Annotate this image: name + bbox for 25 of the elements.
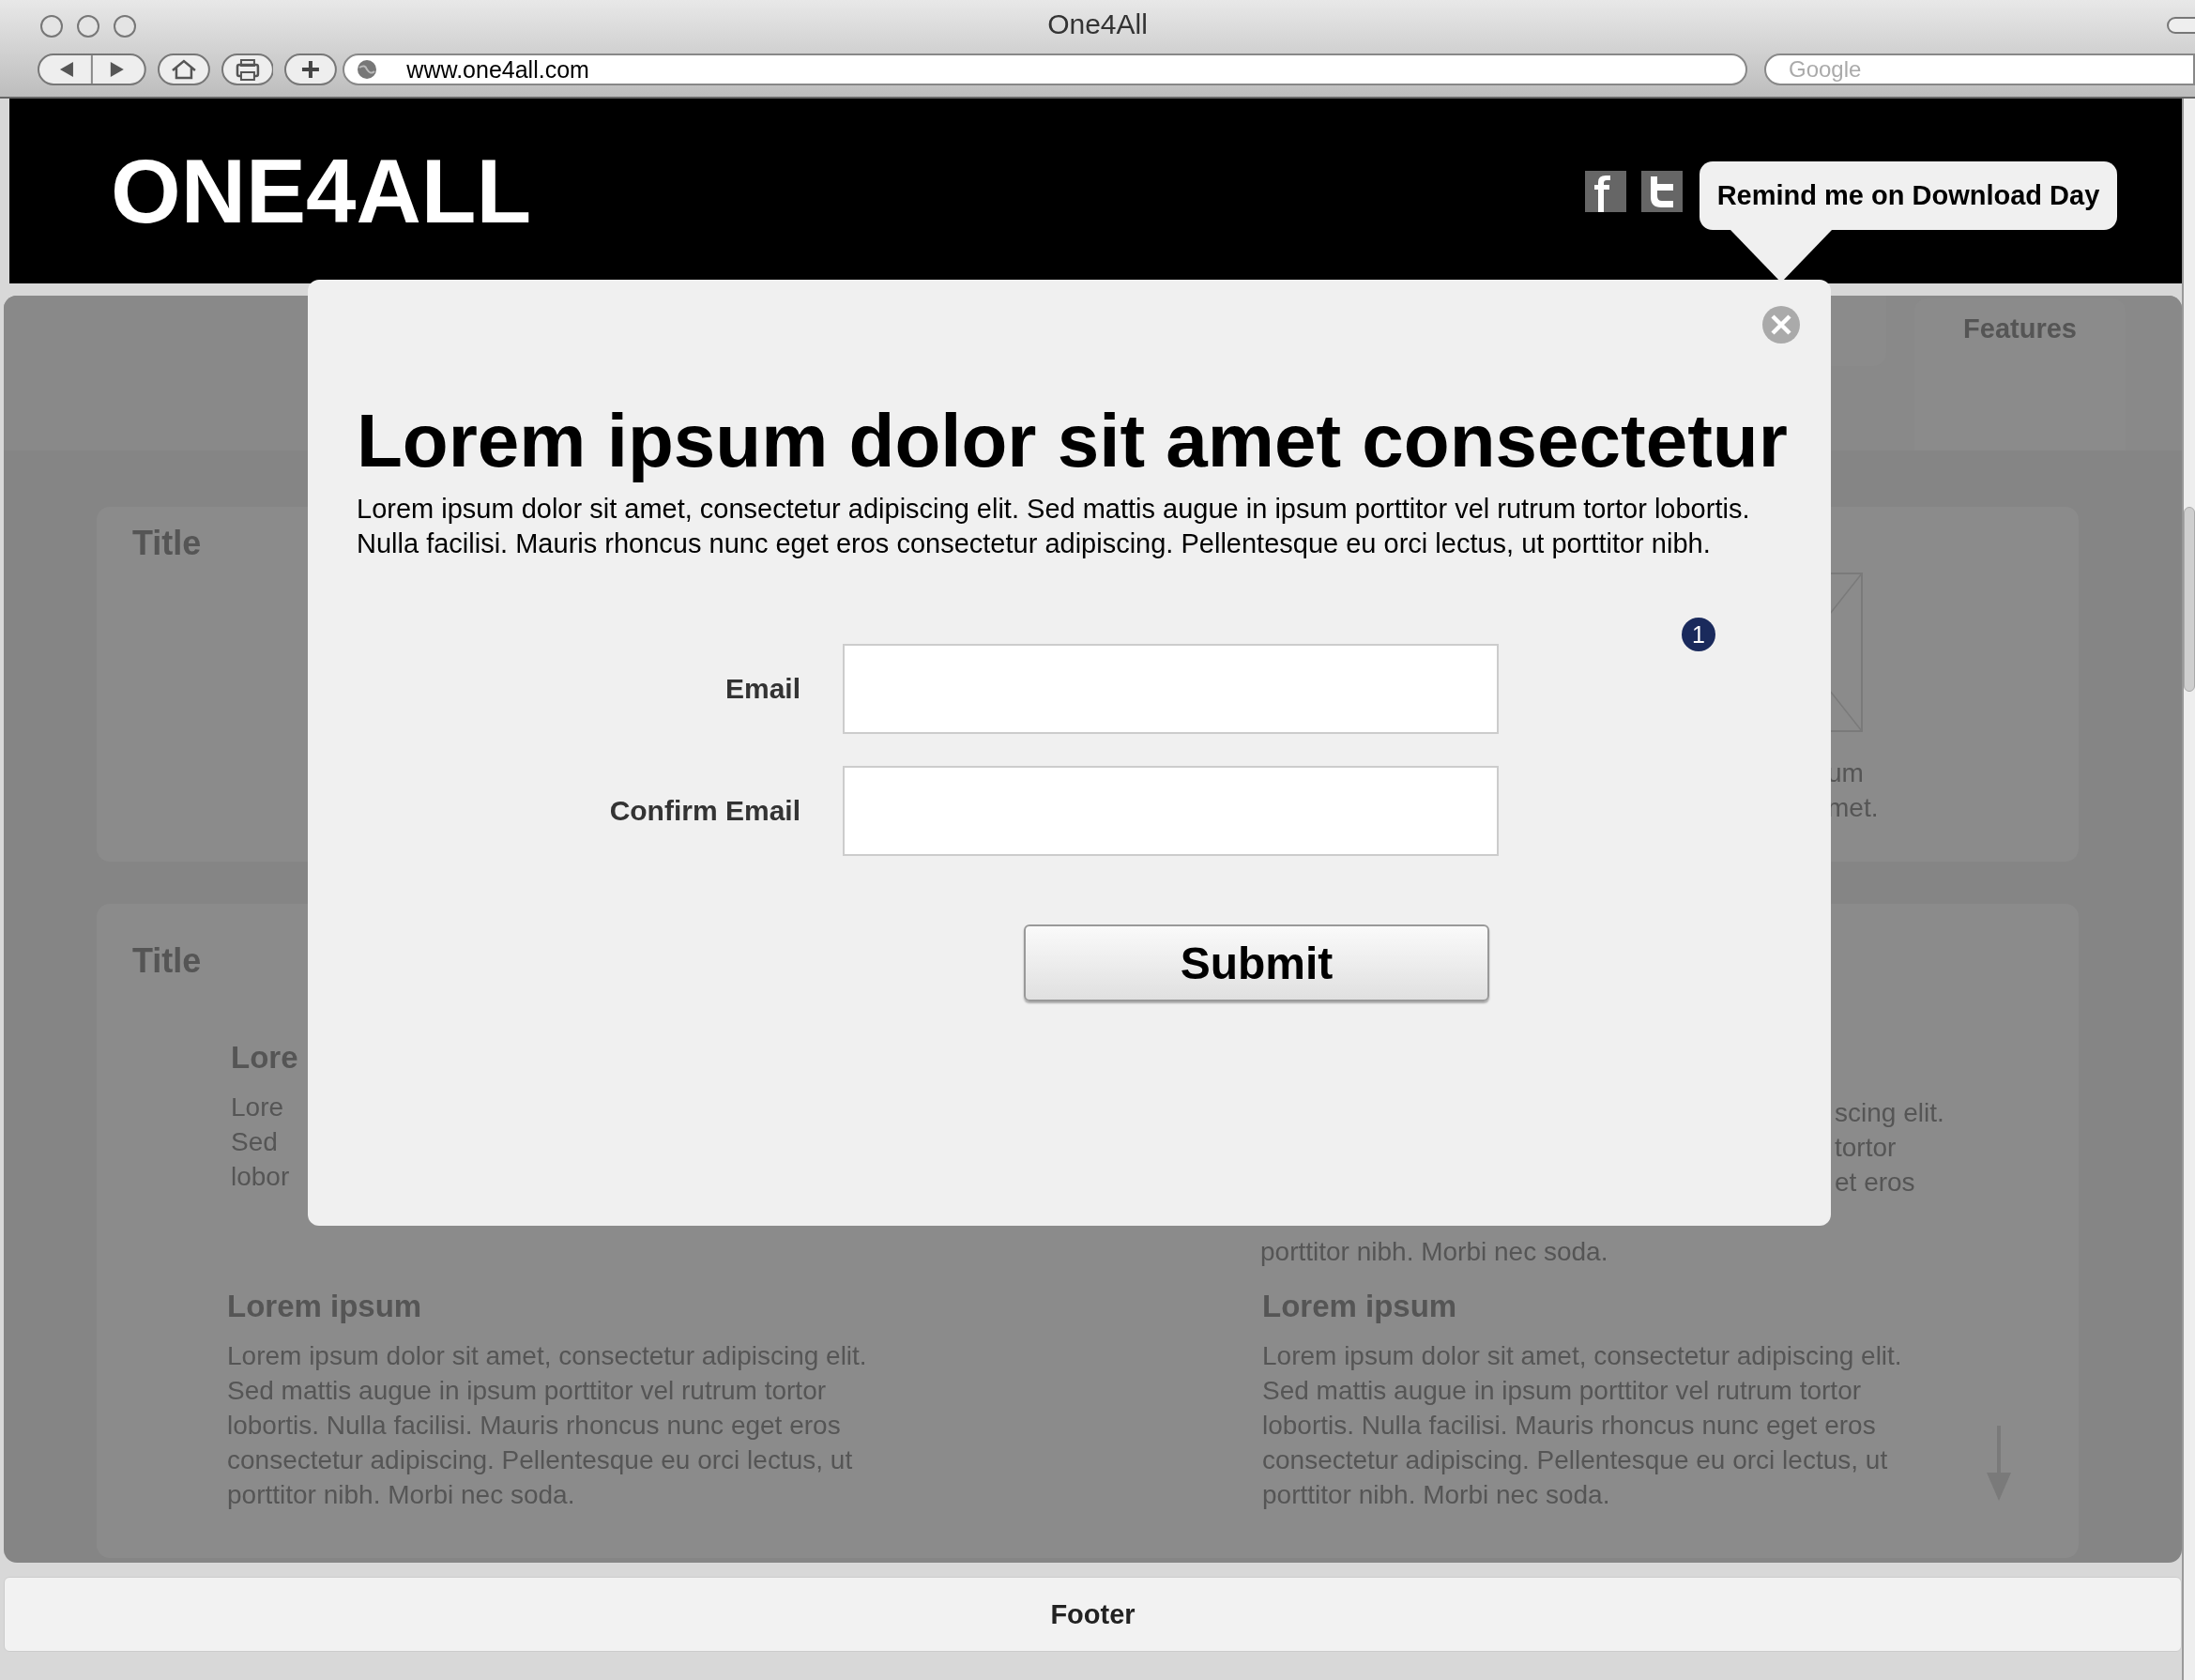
window-controls-icon[interactable] — [39, 14, 137, 38]
home-icon[interactable] — [157, 53, 210, 85]
step-badge: 1 — [1682, 618, 1715, 651]
toolbar-toggle-icon[interactable] — [2167, 17, 2195, 34]
add-icon[interactable] — [284, 53, 338, 85]
modal-heading: Lorem ipsum dolor sit amet consectetur — [357, 399, 1789, 483]
field-label: Confirm Email — [608, 795, 800, 827]
twitter-icon[interactable] — [1641, 170, 1683, 212]
site-logo[interactable]: ONE4ALL — [111, 139, 532, 243]
field-label: Email — [724, 673, 800, 705]
search-field[interactable]: Google — [1764, 53, 2195, 85]
scrollbar[interactable] — [2182, 99, 2195, 1680]
address-field[interactable]: www.one4all.com — [343, 53, 1747, 85]
input-field[interactable] — [843, 644, 1499, 734]
globe-icon — [356, 58, 379, 81]
input-field[interactable] — [843, 766, 1499, 856]
facebook-icon[interactable] — [1585, 170, 1626, 212]
scrollbar-thumb[interactable] — [2184, 507, 2195, 692]
footer-text: Footer — [1050, 1598, 1136, 1630]
submit-button[interactable]: Submit — [1024, 924, 1489, 1001]
window-title: One4All — [1047, 8, 1148, 40]
modal-text: Lorem ipsum dolor sit amet, consectetur adipiscing elit. Sed mattis augue in ipsum porttitor vel rutrum tortor lobortis. Nulla facilisi. Mauris rhoncus nunc eget eros consectetur adipiscing. Pellentesque eu orci lectus, ut porttitor nibh. — [357, 493, 1751, 560]
close-icon[interactable] — [1762, 306, 1800, 344]
back-forward-icon[interactable] — [38, 53, 146, 85]
print-icon[interactable] — [221, 53, 274, 85]
